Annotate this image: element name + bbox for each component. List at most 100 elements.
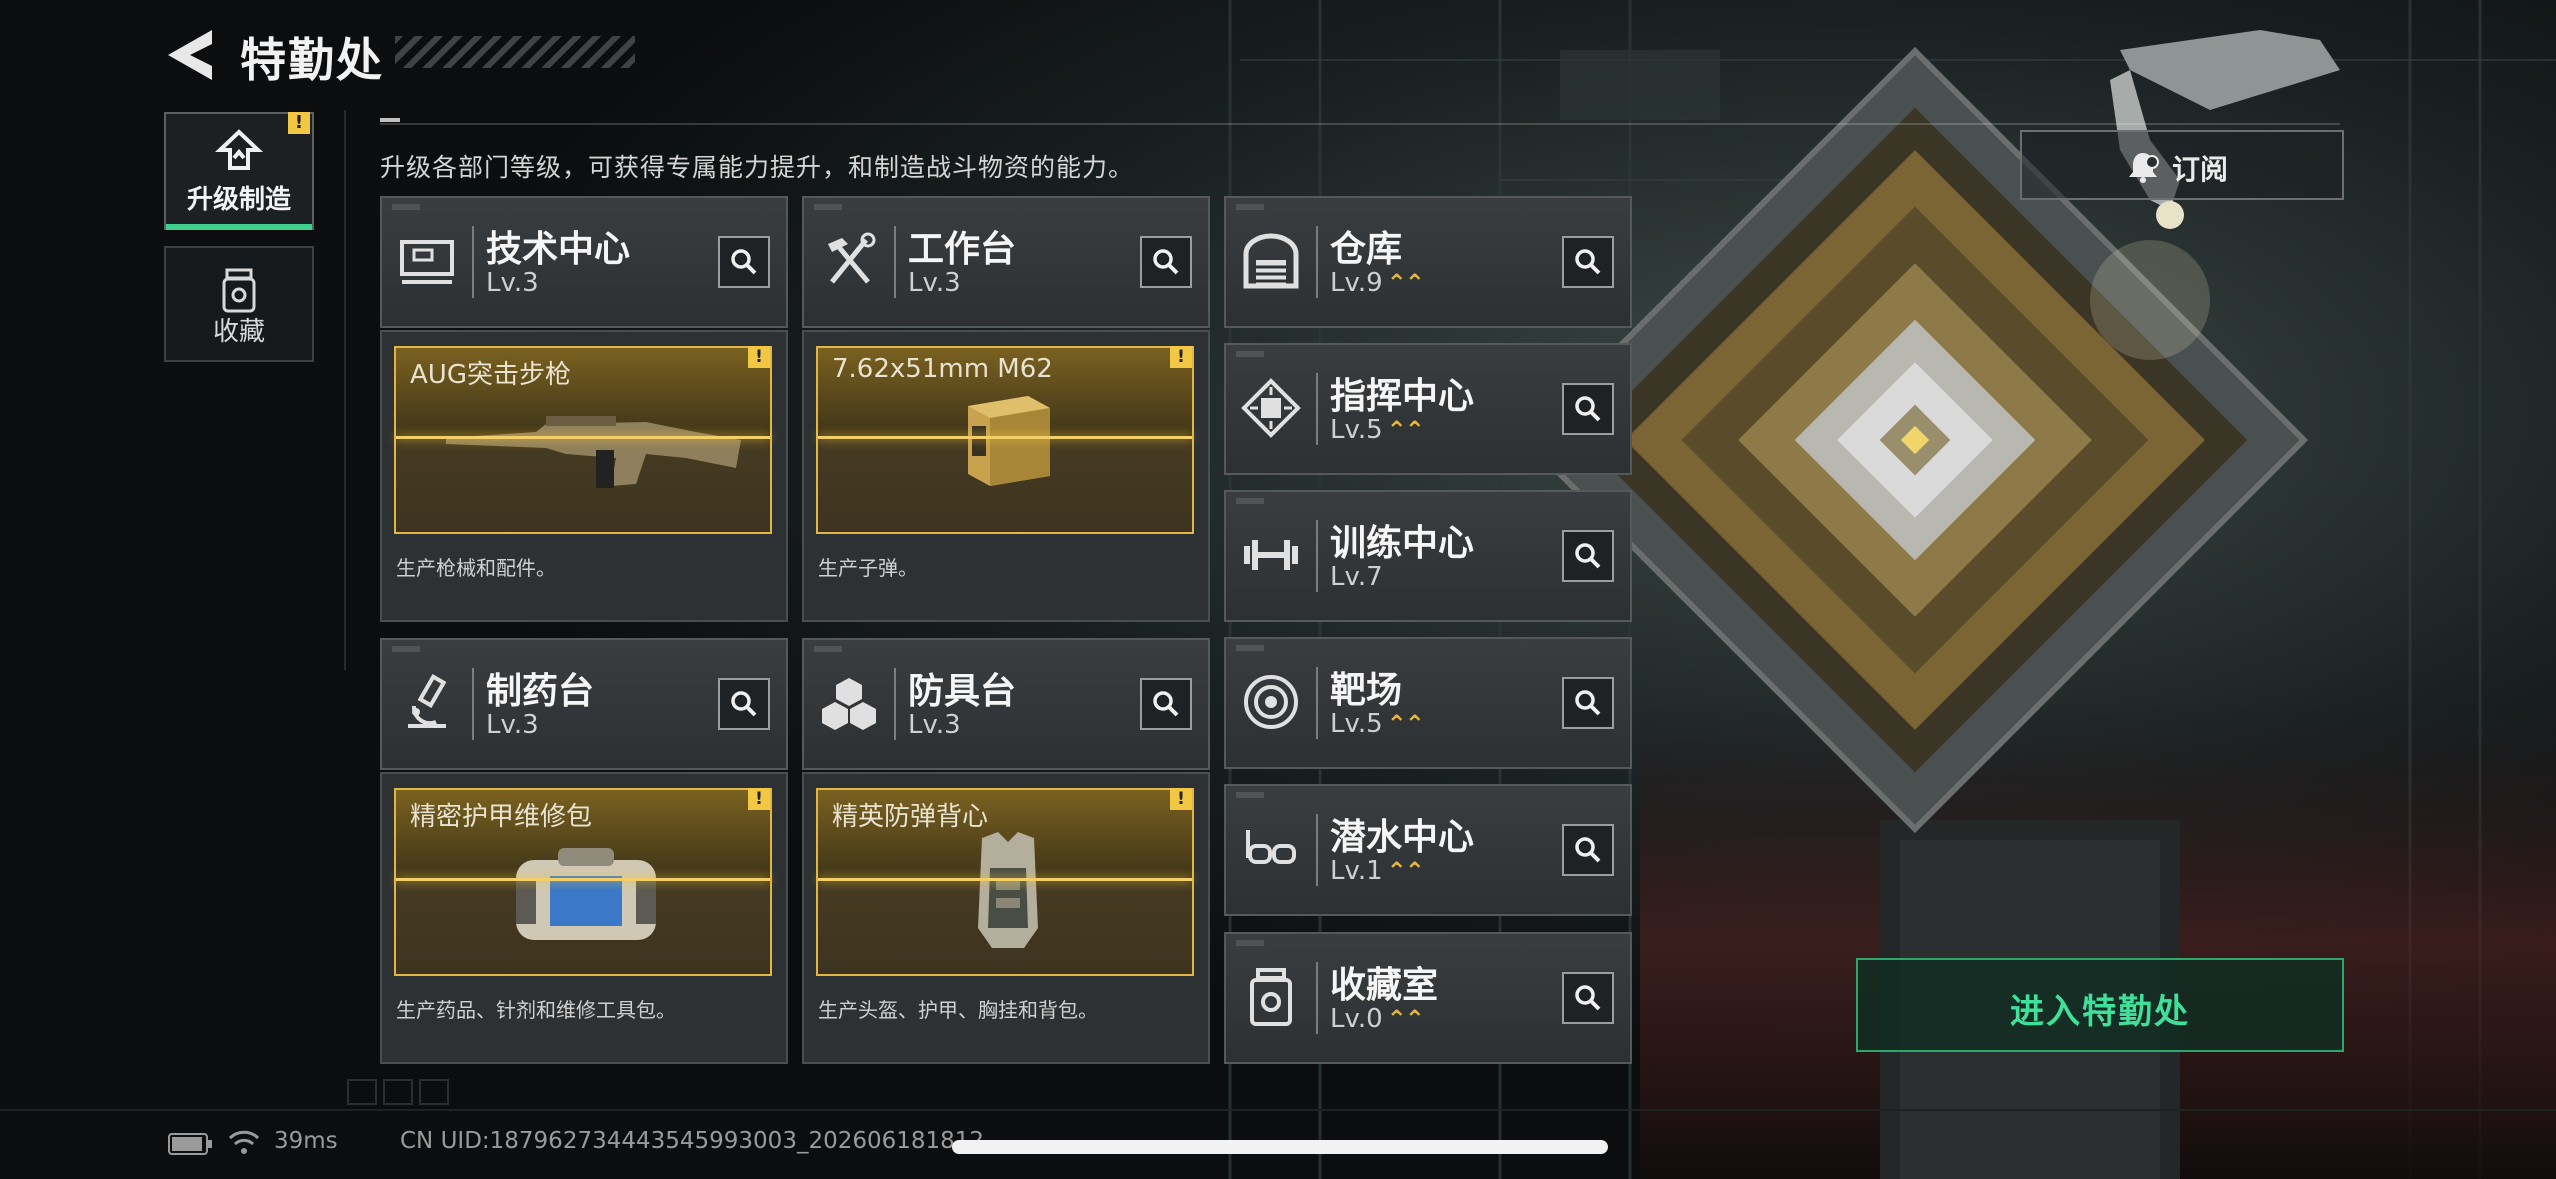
card-tag: [1236, 792, 1264, 798]
search-icon: [1575, 396, 1601, 422]
alert-badge: !: [748, 346, 770, 368]
station-name: 工作台: [908, 229, 1017, 270]
search-button[interactable]: [718, 236, 770, 288]
upgrade-available-icon: ⌃⌃: [1386, 416, 1425, 444]
card-separator: [1316, 226, 1318, 298]
production-item-name: 精密护甲维修包: [410, 802, 593, 832]
subscribe-label: 订阅: [2172, 153, 2229, 186]
station-card-training-center[interactable]: 训练中心 Lv.7: [1224, 490, 1632, 622]
station-name: 训练中心: [1330, 523, 1475, 564]
station-level: Lv.0 ⌃⌃: [1330, 1004, 1425, 1034]
ping-readout: 39ms: [274, 1128, 338, 1154]
nav-tab-collection[interactable]: 收藏: [164, 246, 314, 362]
production-panel-armor-bench[interactable]: 精英防弹背心 ! 生产头盔、护甲、胸挂和背包。: [802, 772, 1210, 1064]
card-tag: [1236, 940, 1264, 946]
search-icon: [1153, 249, 1179, 275]
card-separator: [1316, 962, 1318, 1034]
battery-icon: [168, 1133, 212, 1155]
station-card-shooting-range[interactable]: 靶场 Lv.5 ⌃⌃: [1224, 637, 1632, 769]
level-text: Lv.7: [1330, 562, 1383, 592]
search-button[interactable]: [1562, 972, 1614, 1024]
production-slot[interactable]: 精英防弹背心 !: [816, 788, 1194, 976]
back-arrow-icon[interactable]: [160, 26, 220, 84]
station-card-tech-center[interactable]: 技术中心 Lv.3: [380, 196, 788, 328]
target-icon: [1244, 675, 1298, 729]
diving-mask-icon: [1246, 830, 1296, 864]
collection-jar-icon: [222, 268, 256, 313]
alert-badge: !: [1170, 788, 1192, 810]
search-button[interactable]: [1140, 236, 1192, 288]
alert-badge: !: [1170, 346, 1192, 368]
production-slot[interactable]: 7.62x51mm M62 !: [816, 346, 1194, 534]
level-text: Lv.5: [1330, 709, 1383, 739]
level-text: Lv.0: [1330, 1004, 1383, 1034]
enter-special-ops-button[interactable]: 进入特勤处: [1856, 958, 2344, 1052]
header-divider: [380, 123, 2340, 125]
search-icon: [1153, 691, 1179, 717]
station-level: Lv.3: [486, 268, 539, 298]
page-title: 特勤处: [240, 33, 384, 87]
production-description: 生产枪械和配件。: [396, 556, 556, 580]
level-text: Lv.5: [1330, 415, 1383, 445]
search-button[interactable]: [718, 678, 770, 730]
card-tag: [392, 646, 420, 652]
search-button[interactable]: [1562, 530, 1614, 582]
card-tag: [1236, 204, 1264, 210]
station-card-warehouse[interactable]: 仓库 Lv.9 ⌃⌃: [1224, 196, 1632, 328]
search-icon: [731, 249, 757, 275]
card-separator: [1316, 814, 1318, 886]
card-separator: [1316, 667, 1318, 739]
card-tag: [814, 646, 842, 652]
enter-label: 进入特勤处: [2010, 992, 2190, 1032]
station-card-armor-bench[interactable]: 防具台 Lv.3: [802, 638, 1210, 770]
ammo-box-image: [968, 396, 1050, 486]
search-icon: [1575, 690, 1601, 716]
card-separator: [894, 226, 896, 298]
production-slot[interactable]: AUG突击步枪 !: [394, 346, 772, 534]
station-name: 仓库: [1330, 229, 1403, 270]
card-separator: [1316, 520, 1318, 592]
search-button[interactable]: [1562, 824, 1614, 876]
card-tag: [1236, 645, 1264, 651]
alert-badge: !: [748, 788, 770, 810]
production-slot[interactable]: 精密护甲维修包 !: [394, 788, 772, 976]
station-card-pharmacy[interactable]: 制药台 Lv.3: [380, 638, 788, 770]
station-card-command-center[interactable]: 指挥中心 Lv.5 ⌃⌃: [1224, 343, 1632, 475]
active-indicator: [166, 224, 312, 230]
upgrade-available-icon: ⌃⌃: [1386, 857, 1425, 885]
production-panel-workbench[interactable]: 7.62x51mm M62 ! 生产子弹。: [802, 330, 1210, 622]
station-level: Lv.3: [908, 710, 961, 740]
card-separator: [1316, 373, 1318, 445]
production-description: 生产子弹。: [818, 556, 918, 580]
card-tag: [392, 204, 420, 210]
station-name: 防具台: [908, 671, 1017, 712]
production-item-name: 7.62x51mm M62: [832, 354, 1053, 384]
production-panel-pharmacy[interactable]: 精密护甲维修包 ! 生产药品、针剂和维修工具包。: [380, 772, 788, 1064]
repair-kit-image: [516, 848, 656, 940]
section-description: 升级各部门等级，可获得专属能力提升，和制造战斗物资的能力。: [380, 153, 1135, 182]
station-level: Lv.5 ⌃⌃: [1330, 415, 1425, 445]
bell-icon: [2129, 153, 2159, 183]
command-chip-icon: [1241, 378, 1301, 438]
search-icon: [1575, 985, 1601, 1011]
warehouse-icon: [1243, 233, 1299, 289]
card-separator: [472, 226, 474, 298]
search-button[interactable]: [1140, 678, 1192, 730]
station-level: Lv.3: [486, 710, 539, 740]
production-panel-tech-center[interactable]: AUG突击步枪 ! 生产枪械和配件。: [380, 330, 788, 622]
subscribe-button[interactable]: 订阅: [2020, 130, 2344, 200]
station-card-collection-room[interactable]: 收藏室 Lv.0 ⌃⌃: [1224, 932, 1632, 1064]
station-card-diving-center[interactable]: 潜水中心 Lv.1 ⌃⌃: [1224, 784, 1632, 916]
tools-icon: [828, 232, 876, 284]
level-text: Lv.1: [1330, 856, 1383, 886]
station-name: 指挥中心: [1330, 376, 1475, 417]
station-card-workbench[interactable]: 工作台 Lv.3: [802, 196, 1210, 328]
search-button[interactable]: [1562, 236, 1614, 288]
nav-tab-upgrade-craft[interactable]: 升级制造 !: [164, 112, 314, 230]
search-button[interactable]: [1562, 677, 1614, 729]
user-uid: CN UID:18796273444354599300​3_2026061818…: [400, 1128, 985, 1154]
home-indicator[interactable]: [952, 1140, 1608, 1154]
search-icon: [1575, 249, 1601, 275]
wifi-icon: [228, 1130, 260, 1154]
search-button[interactable]: [1562, 383, 1614, 435]
